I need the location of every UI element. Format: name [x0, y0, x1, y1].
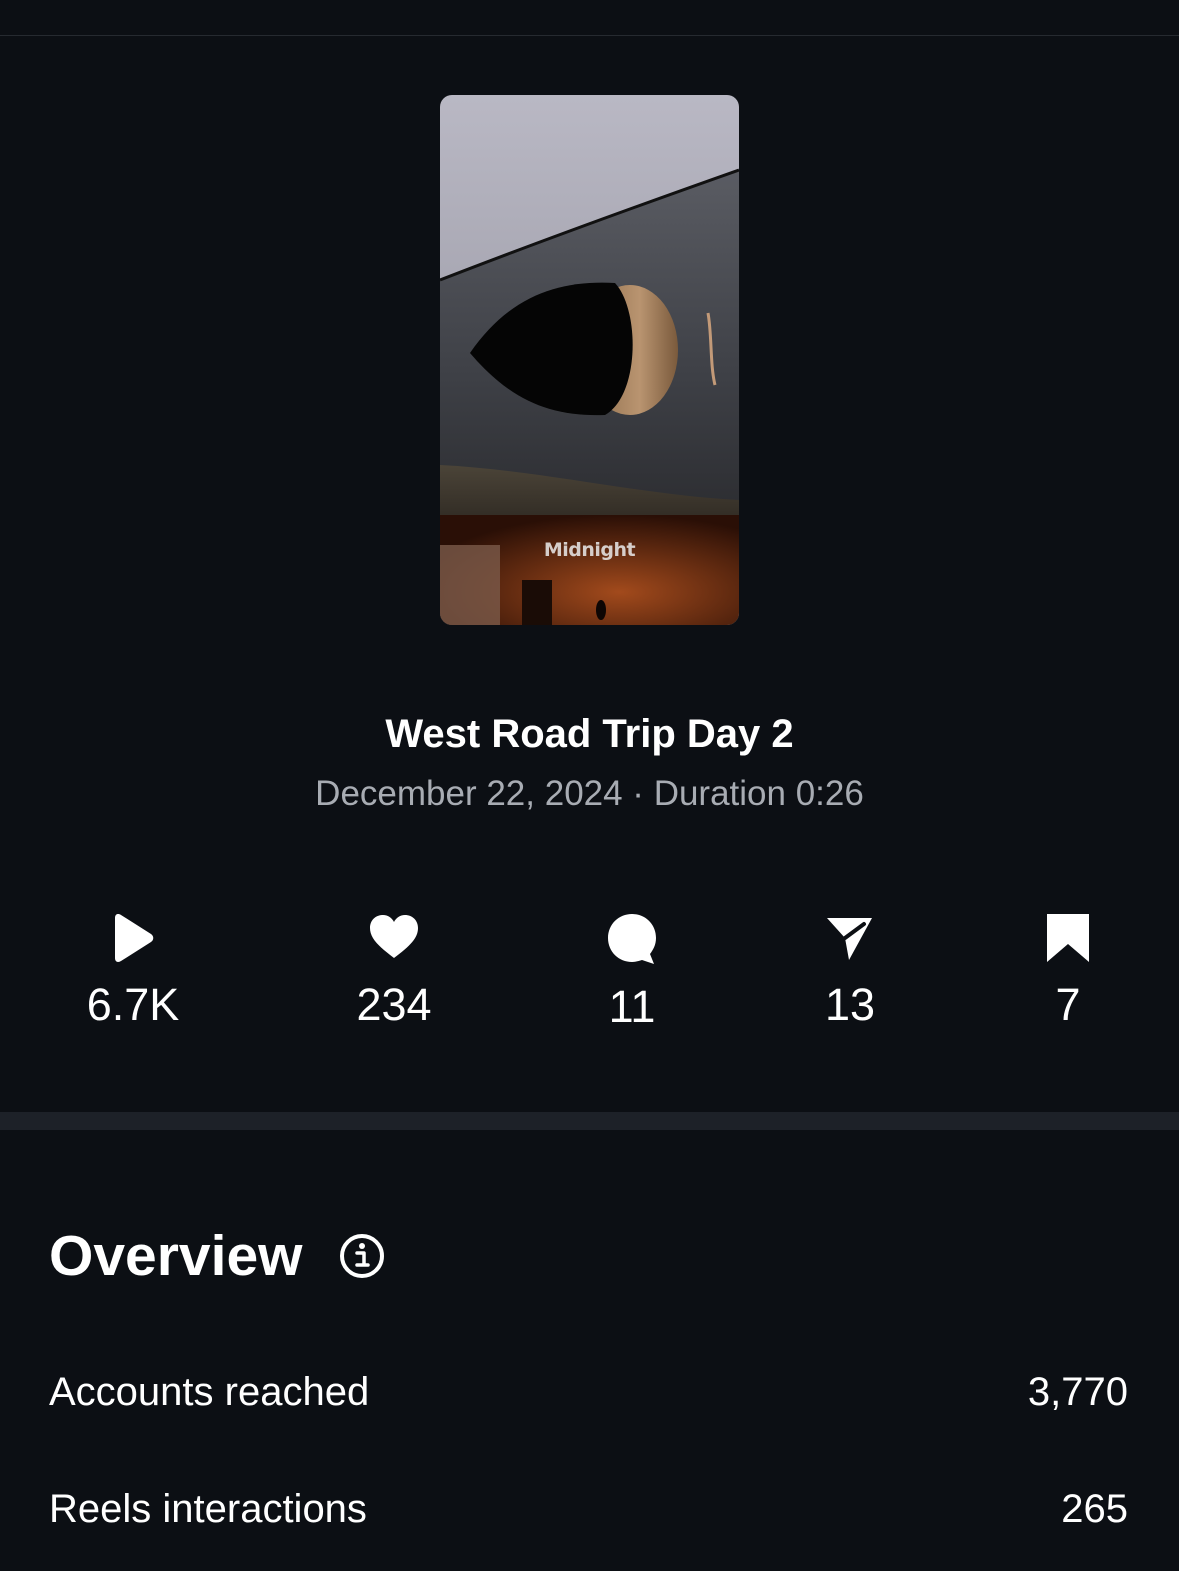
comments-count: 11: [608, 981, 656, 1032]
top-bar: [0, 0, 1179, 36]
reel-thumbnail[interactable]: Midnight: [440, 95, 739, 625]
accounts-reached-label: Accounts reached: [49, 1370, 370, 1414]
reel-title: West Road Trip Day 2: [385, 712, 794, 756]
reels-interactions-label: Reels interactions: [49, 1487, 367, 1531]
overview-title: Overview: [49, 1224, 303, 1288]
thumbnail-watermark: Midnight: [543, 539, 636, 561]
comment-icon: [608, 914, 656, 964]
stat-plays[interactable]: 6.7K: [33, 912, 233, 1032]
heart-icon: [370, 915, 418, 958]
info-icon[interactable]: [338, 1232, 386, 1280]
play-icon: [115, 914, 154, 962]
stat-shares[interactable]: 13: [750, 912, 950, 1032]
bookmark-icon: [1047, 914, 1089, 962]
reels-interactions-value: 265: [1061, 1487, 1128, 1531]
shares-count: 13: [824, 979, 876, 1030]
share-icon: [827, 918, 872, 960]
stat-likes[interactable]: 234: [294, 912, 494, 1032]
plays-count: 6.7K: [86, 979, 180, 1030]
stat-comments[interactable]: 11: [532, 912, 732, 1034]
section-divider: [0, 1112, 1179, 1130]
likes-count: 234: [356, 979, 432, 1030]
overview-row-accounts-reached[interactable]: Accounts reached 3,770: [49, 1367, 1128, 1417]
overview-row-reels-interactions[interactable]: Reels interactions 265: [49, 1484, 1128, 1534]
accounts-reached-value: 3,770: [1027, 1370, 1128, 1414]
stat-saves[interactable]: 7: [968, 912, 1168, 1032]
saves-count: 7: [1055, 979, 1081, 1030]
reel-meta: December 22, 2024 · Duration 0:26: [315, 774, 864, 813]
